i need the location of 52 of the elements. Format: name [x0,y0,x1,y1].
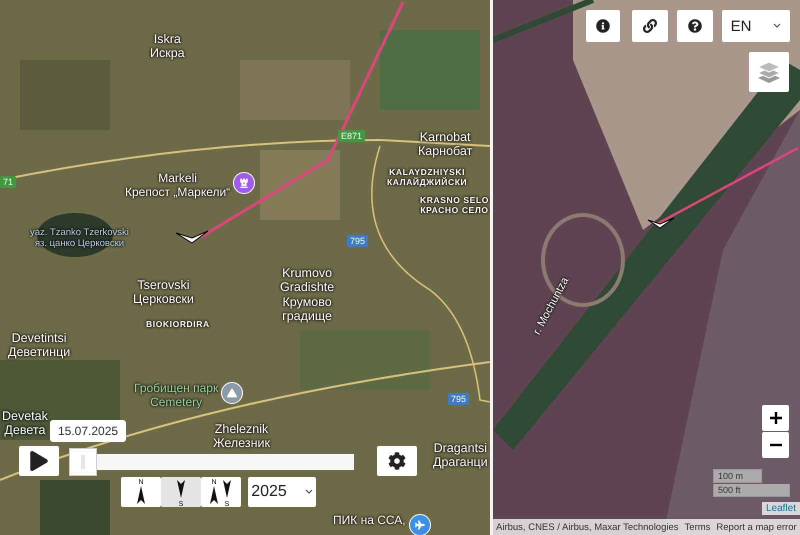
castle-icon [233,172,256,194]
plus-icon [768,411,782,425]
help-button[interactable] [677,10,713,42]
place-label: Гробищен парк Cemetery [134,382,218,410]
footer-link[interactable]: Report a map error [716,522,797,532]
settings-button[interactable] [377,446,417,476]
minus-icon [770,443,782,447]
settings-icon [388,452,406,470]
place-label: Zheleznik Железник [213,422,270,451]
link-button[interactable] [632,10,668,42]
layers-button[interactable] [749,52,789,92]
info-icon [596,19,610,33]
place-label: Tserovski Церковски [133,278,194,307]
field-patch [40,480,110,535]
date-tooltip: 15.07.2025 [50,420,126,442]
footer-link[interactable]: Terms [684,522,710,532]
district-label: BIOKIORDIRA [146,320,210,330]
place-label: Iskra Искра [150,32,185,61]
place-label: Devetintsi Деветинци [8,331,70,360]
zoom-in-button[interactable] [762,405,789,431]
scale-bar: 500 ft [713,484,790,497]
scale-bar: 100 m [713,469,762,483]
help-icon [688,19,702,33]
cemetery-icon [221,382,244,404]
place-label: Devetak Девета [2,409,48,438]
district-label: KRASNO SELO КРАСНО СЕЛО [420,196,489,216]
timeline-slider[interactable] [69,448,354,476]
road-number: 795 [448,393,470,405]
attribution-text: Airbus, CNES / Airbus, Maxar Technologies [496,522,679,532]
play-button[interactable] [19,446,59,476]
district-label: KALAYDZHIYSKI КАЛАЙДЖИЙСКИ [387,168,468,188]
year-select[interactable]: 2025 [248,477,316,507]
road-number: 71 [0,176,16,188]
place-label: Dragantsi Драганци [433,441,488,470]
satellite-map[interactable] [0,0,490,535]
chevron-icon [646,216,676,230]
language-select[interactable]: EN [722,10,790,42]
info-button[interactable] [586,10,620,42]
play-icon [29,451,49,471]
link-icon [643,19,657,33]
lake-label: yaz. Tzanko Tzerkovski яз. цанко Церковски [30,228,129,250]
caret-icon [773,23,782,29]
place-label: Krumovo Gradishte Крумово градище [280,266,334,324]
zoom-out-button[interactable] [762,432,789,458]
road-number: 795 [347,235,368,247]
road-number: E871 [338,130,366,142]
airplane-icon [408,514,431,535]
slider-thumb[interactable] [69,448,97,476]
place-label: Karnobat Карнобат [418,130,472,159]
place-label: Markeli Крепост „Маркели“ [125,172,230,200]
place-label: ПИК на ССА, [333,514,406,528]
caret-icon [304,489,313,495]
